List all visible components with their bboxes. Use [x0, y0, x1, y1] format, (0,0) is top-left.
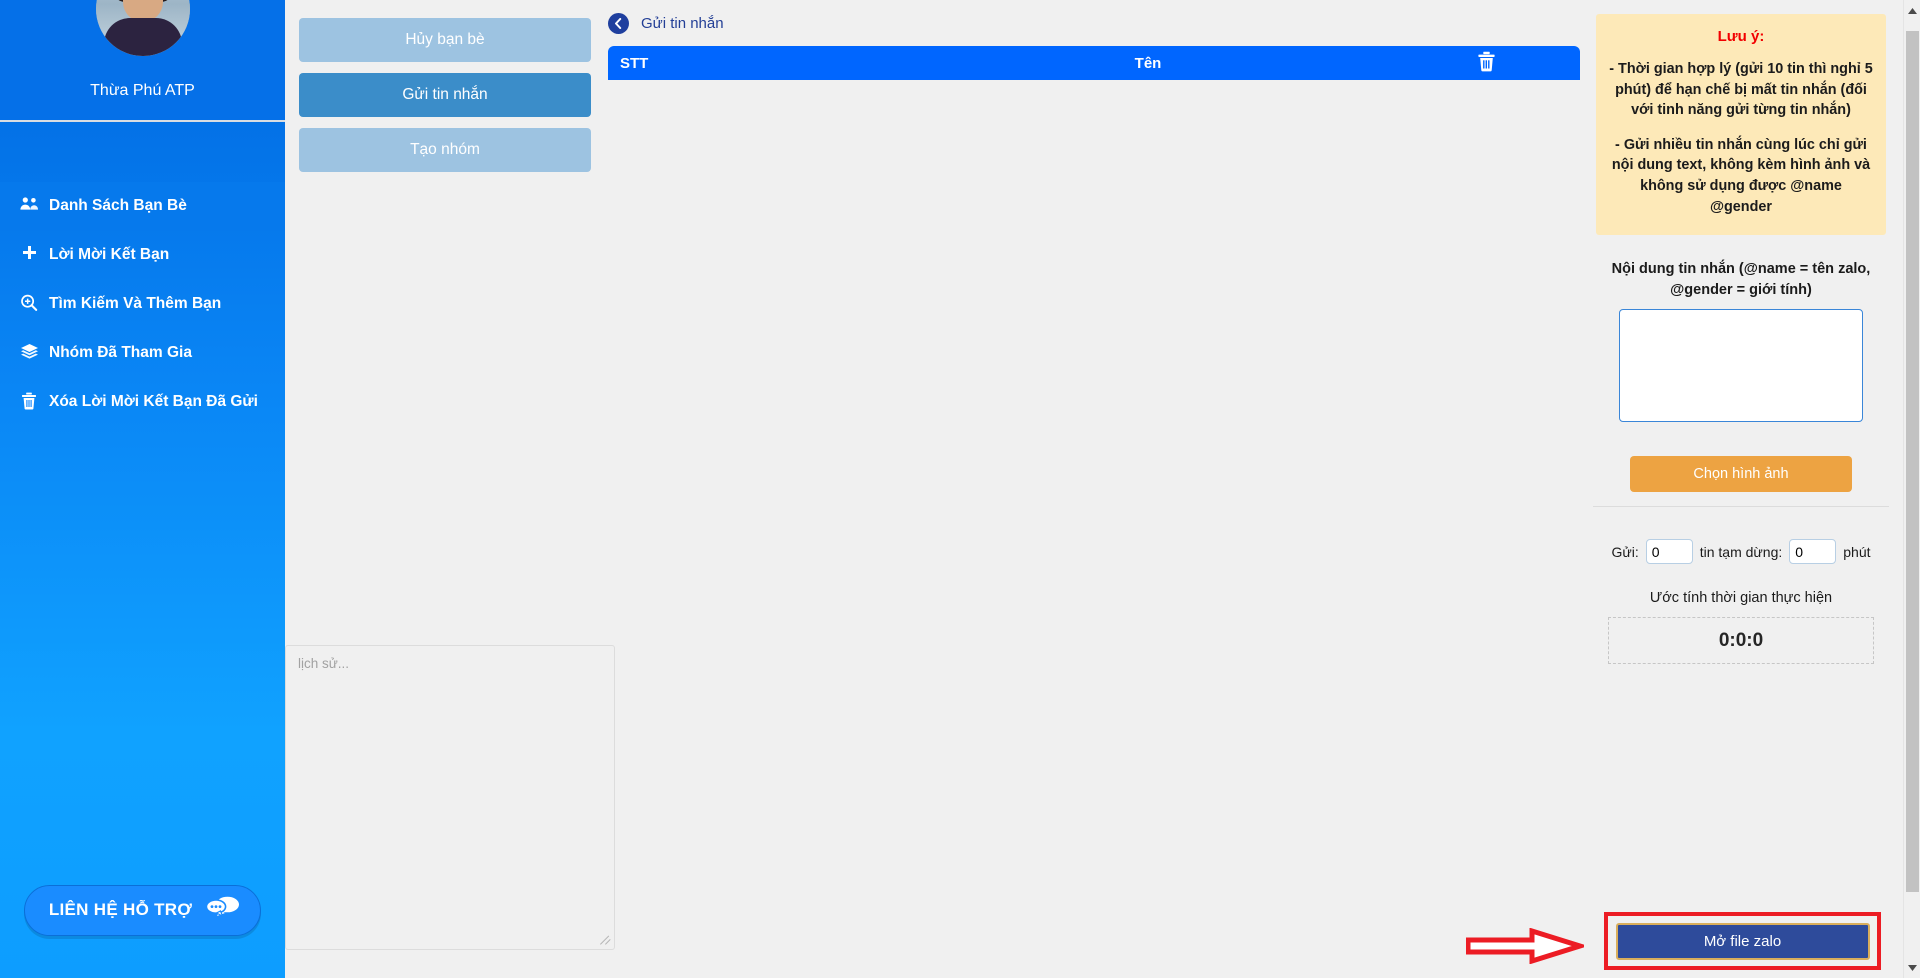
breadcrumb: Gửi tin nhắn — [608, 8, 1580, 38]
tao-nhom-button[interactable]: Tạo nhóm — [299, 128, 591, 172]
support-button-label: LIÊN HỆ HỖ TRỢ — [48, 899, 193, 919]
action-button-column: Hủy bạn bè Gửi tin nhắn Tạo nhóm — [299, 18, 591, 183]
table-header-row: STT Tên — [608, 46, 1580, 80]
send-label: Gửi: — [1611, 543, 1639, 560]
rate-row: Gửi: tin tạm dừng: phút — [1596, 539, 1886, 565]
note-line-2: - Gửi nhiều tin nhắn cùng lúc chỉ gửi nộ… — [1611, 136, 1871, 215]
sidebar-item-label: Danh Sách Bạn Bè — [49, 197, 187, 214]
chat-bubbles-icon — [205, 896, 240, 923]
back-arrow-circle-icon[interactable] — [608, 12, 629, 34]
sidebar-profile: Thừa Phú ATP — [0, 0, 285, 122]
huy-ban-be-button[interactable]: Hủy bạn bè — [299, 18, 591, 62]
column-header-delete[interactable] — [1392, 46, 1580, 80]
support-button-wrap: LIÊN HỆ HỖ TRỢ — [0, 885, 285, 936]
page-title: Gửi tin nhắn — [641, 14, 724, 32]
minutes-unit-label: phút — [1843, 543, 1871, 560]
support-button[interactable]: LIÊN HỆ HỖ TRỢ — [23, 885, 262, 936]
gui-tin-nhan-button[interactable]: Gửi tin nhắn — [299, 73, 591, 117]
message-textarea[interactable] — [1619, 309, 1863, 423]
profile-name: Thừa Phú ATP — [90, 82, 195, 99]
history-textarea[interactable] — [285, 645, 615, 950]
pause-label: tin tạm dừng: — [1699, 543, 1783, 560]
trash-icon — [18, 392, 40, 410]
caret-down-icon[interactable] — [1904, 959, 1920, 976]
friends-table: STT Tên — [608, 46, 1580, 80]
note-panel: Lưu ý: - Thời gian hợp lý (gửi 10 tin th… — [1596, 14, 1886, 236]
avatar-photo-icon — [95, 0, 190, 56]
sidebar-item-label: Lời Mời Kết Bạn — [49, 245, 170, 263]
sidebar-item-label: Tìm Kiếm Và Thêm Bạn — [49, 294, 222, 312]
sidebar-item-label: Xóa Lời Mời Kết Bạn Đã Gửi — [49, 392, 258, 410]
right-panel: Lưu ý: - Thời gian hợp lý (gửi 10 tin th… — [1593, 0, 1889, 978]
app-root: Thừa Phú ATP Danh Sách Bạn Bè Lời Mời Kế… — [0, 0, 1920, 978]
search-plus-icon — [18, 294, 40, 312]
sidebar-item-label: Nhóm Đã Tham Gia — [49, 343, 192, 361]
page-scrollbar[interactable] — [1903, 0, 1920, 978]
plus-icon — [18, 245, 40, 262]
sidebar-item-danh-sach-ban-be[interactable]: Danh Sách Bạn Bè — [0, 182, 285, 231]
message-label: Nội dung tin nhắn (@name = tên zalo, @ge… — [1611, 261, 1871, 299]
sidebar-item-tim-kiem-va-them-ban[interactable]: Tìm Kiếm Và Thêm Bạn — [0, 280, 285, 329]
layers-icon — [18, 343, 40, 360]
note-line-1: - Thời gian hợp lý (gửi 10 tin thì nghỉ … — [1609, 61, 1873, 119]
table-head: STT Tên — [608, 46, 1580, 80]
sidebar-menu: Danh Sách Bạn Bè Lời Mời Kết Bạn Tìm Kiế… — [0, 182, 285, 427]
sidebar-item-nhom-da-tham-gia[interactable]: Nhóm Đã Tham Gia — [0, 329, 285, 378]
red-arrow-annotation-icon — [1465, 927, 1589, 965]
pick-image-button[interactable]: Chọn hình ảnh — [1630, 456, 1852, 493]
main-content: Gửi tin nhắn STT Tên — [608, 8, 1580, 80]
open-zalo-highlight: Mở file zalo — [1604, 912, 1881, 970]
friends-table-wrap: STT Tên — [608, 46, 1580, 80]
open-zalo-button[interactable]: Mở file zalo — [1615, 922, 1870, 960]
sidebar: Thừa Phú ATP Danh Sách Bạn Bè Lời Mời Kế… — [0, 0, 285, 978]
avatar — [95, 0, 190, 56]
caret-up-icon[interactable] — [1904, 2, 1920, 19]
divider — [1593, 506, 1889, 508]
column-header-stt[interactable]: STT — [608, 46, 892, 80]
sidebar-item-loi-moi-ket-ban[interactable]: Lời Mời Kết Bạn — [0, 231, 285, 280]
scrollbar-thumb[interactable] — [1906, 31, 1919, 892]
users-icon — [18, 196, 40, 211]
send-count-input[interactable] — [1645, 539, 1693, 565]
estimate-label: Ước tính thời gian thực hiện — [1649, 590, 1833, 607]
note-title: Lưu ý: — [1717, 28, 1765, 45]
column-header-ten[interactable]: Tên — [892, 46, 1392, 80]
pause-minutes-input[interactable] — [1789, 539, 1837, 565]
estimate-value: 0:0:0 — [1608, 617, 1874, 665]
sidebar-item-xoa-loi-moi-ket-ban-da-gui[interactable]: Xóa Lời Mời Kết Bạn Đã Gửi — [0, 378, 285, 427]
trash-icon[interactable] — [1477, 51, 1496, 72]
